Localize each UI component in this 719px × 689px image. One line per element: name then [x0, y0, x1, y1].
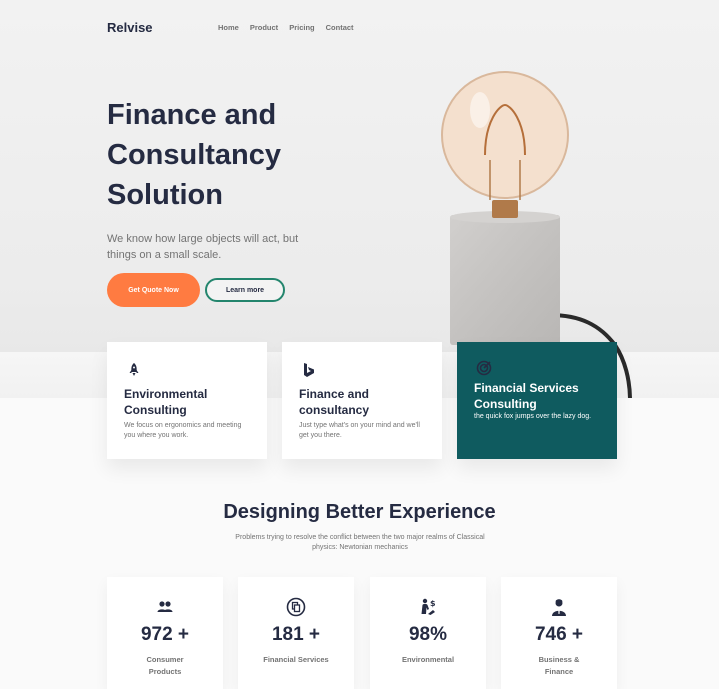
businessman-icon: [552, 599, 566, 616]
service-card-finance[interactable]: Finance and consultancy Just type what's…: [282, 342, 442, 459]
stat-value: 746 +: [534, 624, 584, 645]
service-text: Just type what's on your mind and we'll …: [299, 422, 420, 439]
service-text: the quick fox jumps over the lazy dog.: [474, 413, 592, 420]
service-card-environmental[interactable]: Environmental Consulting We focus on erg…: [107, 342, 267, 459]
stat-value: 98%: [408, 624, 448, 645]
svg-text:$: $: [430, 599, 436, 608]
stat-value: 181 +: [271, 624, 321, 645]
service-title: Financial Services Consulting: [474, 381, 579, 411]
bing-logo-icon: [304, 363, 314, 377]
target-icon: [476, 360, 492, 376]
stat-label: Environmental: [401, 655, 455, 664]
hero-title: Finance and Consultancy Solution: [107, 99, 282, 211]
stat-label: Consumer Products: [146, 655, 184, 676]
nav-contact[interactable]: Contact: [326, 23, 354, 32]
stat-label: Business & Finance: [538, 655, 580, 676]
stat-label: Financial Services: [263, 655, 329, 664]
service-text: We focus on ergonomics and meeting you w…: [124, 422, 242, 439]
hero-subtitle: We know how large objects will act, but …: [107, 233, 299, 261]
learn-more-button[interactable]: Learn more: [205, 278, 285, 302]
copy-icon: [286, 597, 306, 617]
users-icon: [157, 601, 173, 612]
service-card-financial-services[interactable]: Financial Services Consulting the quick …: [457, 342, 617, 459]
service-title: Finance and consultancy: [299, 387, 370, 417]
service-title: Environmental Consulting: [124, 387, 208, 417]
hand-money-icon: $: [421, 598, 436, 615]
main-nav: Home Product Pricing Contact: [218, 23, 354, 32]
nav-home[interactable]: Home: [218, 23, 239, 32]
get-quote-button[interactable]: Get Quote Now: [107, 273, 200, 307]
rocket-icon: [129, 363, 139, 376]
nav-product[interactable]: Product: [250, 23, 278, 32]
brand-logo[interactable]: Relvise: [107, 20, 153, 35]
nav-pricing[interactable]: Pricing: [289, 23, 314, 32]
section-title: Designing Better Experience: [223, 501, 496, 523]
stat-value: 972 +: [140, 624, 190, 645]
section-subtitle: Problems trying to resolve the conflict …: [235, 534, 485, 551]
